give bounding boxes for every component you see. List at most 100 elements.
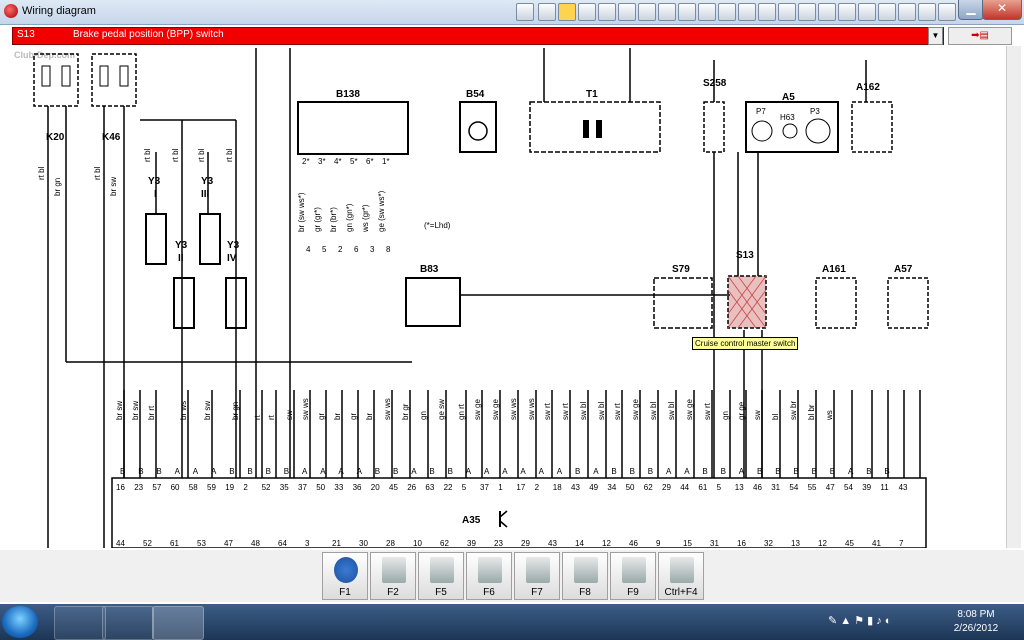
b138-wire-label: br (sw ws*) xyxy=(297,192,306,232)
tool-icon-8[interactable] xyxy=(718,3,736,21)
connector-top-pin: 62 xyxy=(644,483,653,492)
connector-ab-letter: B xyxy=(830,467,835,476)
connector-top-pin: 63 xyxy=(425,483,434,492)
tool-icon-10[interactable] xyxy=(758,3,776,21)
tool-icon-2[interactable] xyxy=(598,3,616,21)
b138-wire-label: gn (gn*) xyxy=(345,203,354,232)
first-page-icon[interactable] xyxy=(516,3,534,21)
clock-time: 8:08 PM xyxy=(957,609,995,620)
tool-icon-9[interactable] xyxy=(738,3,756,21)
tool-icon-7[interactable] xyxy=(698,3,716,21)
label-k46: K46 xyxy=(102,132,121,143)
wire-color-label: sw ge xyxy=(491,399,500,420)
b138-wire-end: 5 xyxy=(322,245,327,254)
window-titlebar: Wiring diagram ▁ ✕ xyxy=(0,0,1024,25)
b138-pin: 3* xyxy=(318,157,326,166)
wire-color-label-upper: rt bl xyxy=(225,148,234,162)
system-tray[interactable]: ✎ ▲ ⚑ ▮ ♪ ◐ xyxy=(828,614,891,627)
fkey-label: F1 xyxy=(339,587,351,598)
a35-symbol xyxy=(499,510,508,528)
b138-wire-end: 2 xyxy=(338,245,343,254)
wire-color-label: gn rt xyxy=(457,403,466,420)
diagram-selector[interactable]: S13 Brake pedal position (BPP) switch xyxy=(12,27,944,45)
connector-top-pin: 46 xyxy=(753,483,762,492)
connector-top-pin: 29 xyxy=(662,483,671,492)
wire-color-label: sw rt xyxy=(543,402,552,420)
wire-color-label: bl br xyxy=(807,404,816,420)
media-player-taskbar-icon[interactable] xyxy=(102,606,154,640)
fkey-f1[interactable]: F1 xyxy=(322,552,368,600)
connector-top-pin: 37 xyxy=(298,483,307,492)
connector-top-pin: 5 xyxy=(717,483,722,492)
fkey-f2[interactable]: F2 xyxy=(370,552,416,600)
connector-bottom-pin: 28 xyxy=(386,539,395,548)
connector-bottom-pin: 46 xyxy=(629,539,638,548)
tool-icon-5[interactable] xyxy=(658,3,676,21)
prev-page-icon[interactable] xyxy=(538,3,556,21)
fkey-label: F9 xyxy=(627,587,639,598)
tool-icon-4[interactable] xyxy=(638,3,656,21)
sensor-b138 xyxy=(297,101,409,155)
tool-icon-3[interactable] xyxy=(618,3,636,21)
connector-bottom-pin: 64 xyxy=(278,539,287,548)
tool-icon-15[interactable] xyxy=(858,3,876,21)
connector-bottom-pin: 15 xyxy=(683,539,692,548)
wire-color-label: gr xyxy=(317,413,326,420)
connector-top-pin: 45 xyxy=(389,483,398,492)
connector-bottom-pin: 52 xyxy=(143,539,152,548)
selector-dropdown-button[interactable]: ▼ xyxy=(928,27,943,45)
connector-top-pin: 58 xyxy=(189,483,198,492)
tool-icon-16[interactable] xyxy=(878,3,896,21)
fkey-f9[interactable]: F9 xyxy=(610,552,656,600)
b138-wire-end: 3 xyxy=(370,245,375,254)
tool-icon-11[interactable] xyxy=(778,3,796,21)
start-button[interactable] xyxy=(2,606,38,638)
minimize-button[interactable]: ▁ xyxy=(958,0,984,20)
connector-bottom-pin: 14 xyxy=(575,539,584,548)
label-t1: T1 xyxy=(586,89,598,100)
connector-bottom-pin: 30 xyxy=(359,539,368,548)
tool-icon-6[interactable] xyxy=(678,3,696,21)
tool-icon-1[interactable] xyxy=(578,3,596,21)
wire-color-label: rt xyxy=(253,414,262,420)
wiring-app-taskbar-icon[interactable] xyxy=(152,606,204,640)
connector-top-pin: 52 xyxy=(262,483,271,492)
connector-bottom-pin: 21 xyxy=(332,539,341,548)
fkey-f8[interactable]: F8 xyxy=(562,552,608,600)
connector-top-pin: 19 xyxy=(225,483,234,492)
wiring-diagram: Club-Dep.com A35 K20 K46 Y3 I Y3 II Y3 I… xyxy=(14,48,929,548)
wire-color-label: br xyxy=(365,413,374,420)
fkey-f6[interactable]: F6 xyxy=(466,552,512,600)
b138-wire-end: 6 xyxy=(354,245,359,254)
explorer-taskbar-icon[interactable] xyxy=(54,606,106,640)
connector-ab-letter: B xyxy=(575,467,580,476)
jump-button[interactable]: ➡▤ xyxy=(948,27,1012,45)
connector-ab-letter: A xyxy=(466,467,472,476)
close-button[interactable]: ✕ xyxy=(982,0,1022,20)
tool-icon-17[interactable] xyxy=(898,3,916,21)
tool-icon-12[interactable] xyxy=(798,3,816,21)
fkey-f7[interactable]: F7 xyxy=(514,552,560,600)
connector-bottom-pin: 62 xyxy=(440,539,449,548)
wire-color-label: sw bl xyxy=(579,402,588,420)
wire-color-label: sw bl xyxy=(667,402,676,420)
connector-ab-letter: A xyxy=(357,467,363,476)
wire-color-label-upper: br sw xyxy=(109,177,118,196)
clock-date: 2/26/2012 xyxy=(953,623,999,634)
b138-wire-label: ws (gr*) xyxy=(361,204,370,233)
connector-bottom-pin: 47 xyxy=(224,539,233,548)
wire-color-label: gn xyxy=(721,411,730,420)
tool-icon-14[interactable] xyxy=(838,3,856,21)
tool-icon-18[interactable] xyxy=(918,3,936,21)
connector-bottom-pin: 10 xyxy=(413,539,422,548)
connector-ab-letter: B xyxy=(138,467,143,476)
tool-icon-13[interactable] xyxy=(818,3,836,21)
vertical-scrollbar[interactable] xyxy=(1006,46,1021,548)
tool-icon-19[interactable] xyxy=(938,3,956,21)
warning-icon[interactable] xyxy=(558,3,576,21)
fkey-ctrl-f4[interactable]: Ctrl+F4 xyxy=(658,552,704,600)
clock[interactable]: 8:08 PM 2/26/2012 xyxy=(948,608,1004,636)
fkey-f5[interactable]: F5 xyxy=(418,552,464,600)
connector-ab-letter: B xyxy=(429,467,434,476)
connector-bottom-pin: 7 xyxy=(899,539,904,548)
